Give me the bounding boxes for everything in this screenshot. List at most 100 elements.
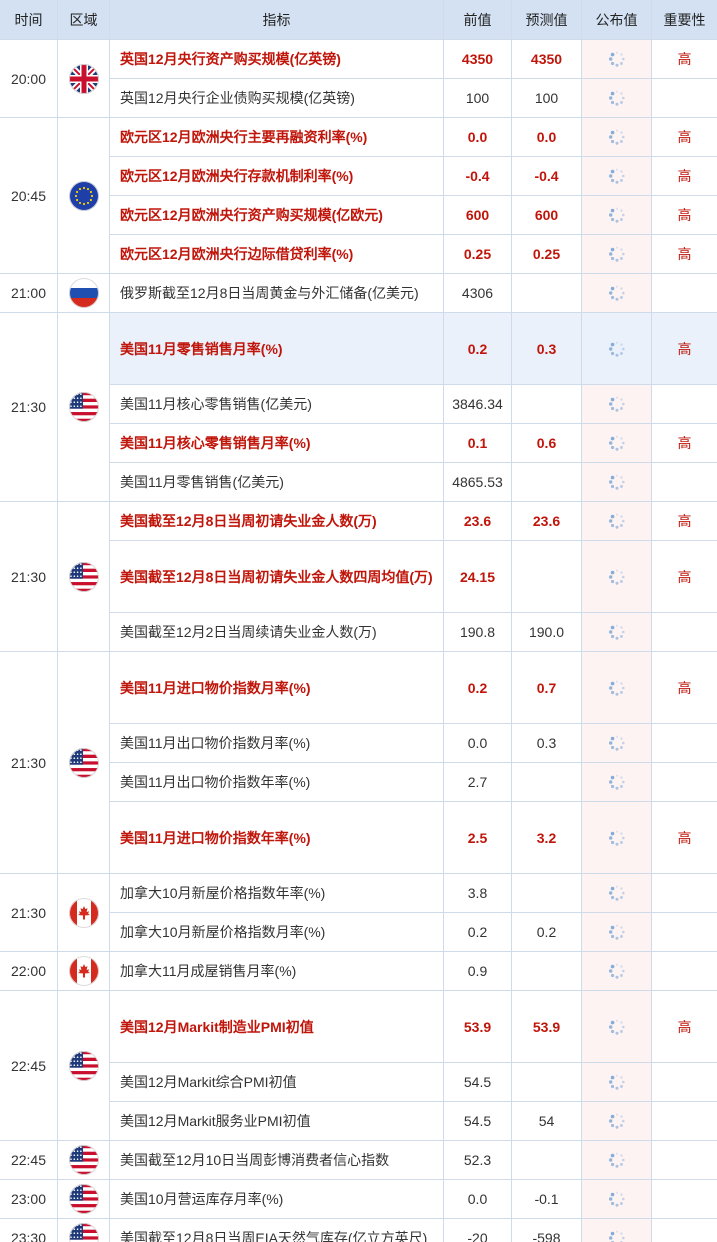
header-indicator[interactable]: 指标 [110,0,444,40]
header-published[interactable]: 公布值 [582,0,652,40]
published-value [582,79,652,118]
importance-level: 高 [652,40,717,79]
importance-level [652,463,717,502]
forecast-value [512,1063,582,1102]
published-value [582,613,652,652]
indicator-name[interactable]: 美国12月Markit制造业PMI初值 [110,991,444,1063]
indicator-name[interactable]: 美国11月出口物价指数年率(%) [110,763,444,802]
loading-spinner-icon [608,963,625,979]
previous-value: 23.6 [444,502,512,541]
indicator-name[interactable]: 美国11月核心零售销售月率(%) [110,424,444,463]
indicator-name[interactable]: 美国截至12月8日当周初请失业金人数四周均值(万) [110,541,444,613]
header-previous[interactable]: 前值 [444,0,512,40]
forecast-value [512,385,582,424]
indicator-name[interactable]: 美国截至12月10日当周彭博消费者信心指数 [110,1141,444,1180]
published-value [582,1219,652,1242]
us-flag-icon [68,1145,99,1175]
event-time: 23:00 [0,1180,58,1219]
loading-spinner-icon [608,774,625,790]
indicator-name[interactable]: 美国截至12月8日当周初请失业金人数(万) [110,502,444,541]
loading-spinner-icon [608,1230,625,1242]
published-value [582,235,652,274]
us-flag-icon [68,561,99,592]
importance-level [652,1219,717,1242]
indicator-name[interactable]: 美国11月零售销售月率(%) [110,313,444,385]
forecast-value: 600 [512,196,582,235]
loading-spinner-icon [608,1019,625,1035]
event-time: 22:00 [0,952,58,991]
indicator-name[interactable]: 俄罗斯截至12月8日当周黄金与外汇储备(亿美元) [110,274,444,313]
header-time[interactable]: 时间 [0,0,58,40]
region-flag [58,1141,110,1180]
header-region[interactable]: 区域 [58,0,110,40]
importance-level: 高 [652,235,717,274]
loading-spinner-icon [608,168,625,184]
previous-value: 53.9 [444,991,512,1063]
region-flag [58,1180,110,1219]
indicator-name[interactable]: 欧元区12月欧洲央行资产购买规模(亿欧元) [110,196,444,235]
published-value [582,1063,652,1102]
event-time: 20:00 [0,40,58,118]
event-time: 22:45 [0,991,58,1141]
importance-level [652,79,717,118]
loading-spinner-icon [608,885,625,901]
event-time: 21:30 [0,874,58,952]
indicator-name[interactable]: 加拿大10月新屋价格指数月率(%) [110,913,444,952]
published-value [582,913,652,952]
header-forecast[interactable]: 预测值 [512,0,582,40]
indicator-name[interactable]: 欧元区12月欧洲央行主要再融资利率(%) [110,118,444,157]
indicator-name[interactable]: 美国11月出口物价指数月率(%) [110,724,444,763]
indicator-name[interactable]: 加拿大11月成屋销售月率(%) [110,952,444,991]
indicator-name[interactable]: 英国12月央行资产购买规模(亿英镑) [110,40,444,79]
indicator-name[interactable]: 欧元区12月欧洲央行边际借贷利率(%) [110,235,444,274]
loading-spinner-icon [608,1191,625,1207]
loading-spinner-icon [608,51,625,67]
us-flag-icon [68,1184,99,1214]
indicator-name[interactable]: 美国12月Markit服务业PMI初值 [110,1102,444,1141]
indicator-name[interactable]: 美国11月进口物价指数年率(%) [110,802,444,874]
header-importance[interactable]: 重要性 [652,0,717,40]
previous-value: 0.25 [444,235,512,274]
previous-value: 0.2 [444,652,512,724]
indicator-name[interactable]: 英国12月央行企业债购买规模(亿英镑) [110,79,444,118]
loading-spinner-icon [608,513,625,529]
published-value [582,463,652,502]
importance-level [652,952,717,991]
loading-spinner-icon [608,90,625,106]
indicator-name[interactable]: 美国12月Markit综合PMI初值 [110,1063,444,1102]
indicator-name[interactable]: 加拿大10月新屋价格指数年率(%) [110,874,444,913]
importance-level [652,1180,717,1219]
forecast-value: 0.7 [512,652,582,724]
published-value [582,274,652,313]
previous-value: -20 [444,1219,512,1242]
indicator-name[interactable]: 美国11月核心零售销售(亿美元) [110,385,444,424]
published-value [582,952,652,991]
forecast-value: 3.2 [512,802,582,874]
indicator-name[interactable]: 欧元区12月欧洲央行存款机制利率(%) [110,157,444,196]
loading-spinner-icon [608,1074,625,1090]
indicator-name[interactable]: 美国10月营运库存月率(%) [110,1180,444,1219]
published-value [582,724,652,763]
previous-value: 100 [444,79,512,118]
previous-value: 24.15 [444,541,512,613]
indicator-name[interactable]: 美国截至12月2日当周续请失业金人数(万) [110,613,444,652]
importance-level [652,1102,717,1141]
region-flag [58,952,110,991]
importance-level: 高 [652,157,717,196]
indicator-name[interactable]: 美国11月零售销售(亿美元) [110,463,444,502]
previous-value: 4350 [444,40,512,79]
forecast-value: 54 [512,1102,582,1141]
indicator-name[interactable]: 美国11月进口物价指数月率(%) [110,652,444,724]
forecast-value: -0.1 [512,1180,582,1219]
published-value [582,874,652,913]
previous-value: -0.4 [444,157,512,196]
forecast-value: 53.9 [512,991,582,1063]
forecast-value: 100 [512,79,582,118]
published-value [582,196,652,235]
previous-value: 0.2 [444,313,512,385]
region-flag [58,274,110,313]
previous-value: 0.0 [444,1180,512,1219]
previous-value: 190.8 [444,613,512,652]
previous-value: 0.1 [444,424,512,463]
indicator-name[interactable]: 美国截至12月8日当周EIA天然气库存(亿立方英尺) [110,1219,444,1242]
